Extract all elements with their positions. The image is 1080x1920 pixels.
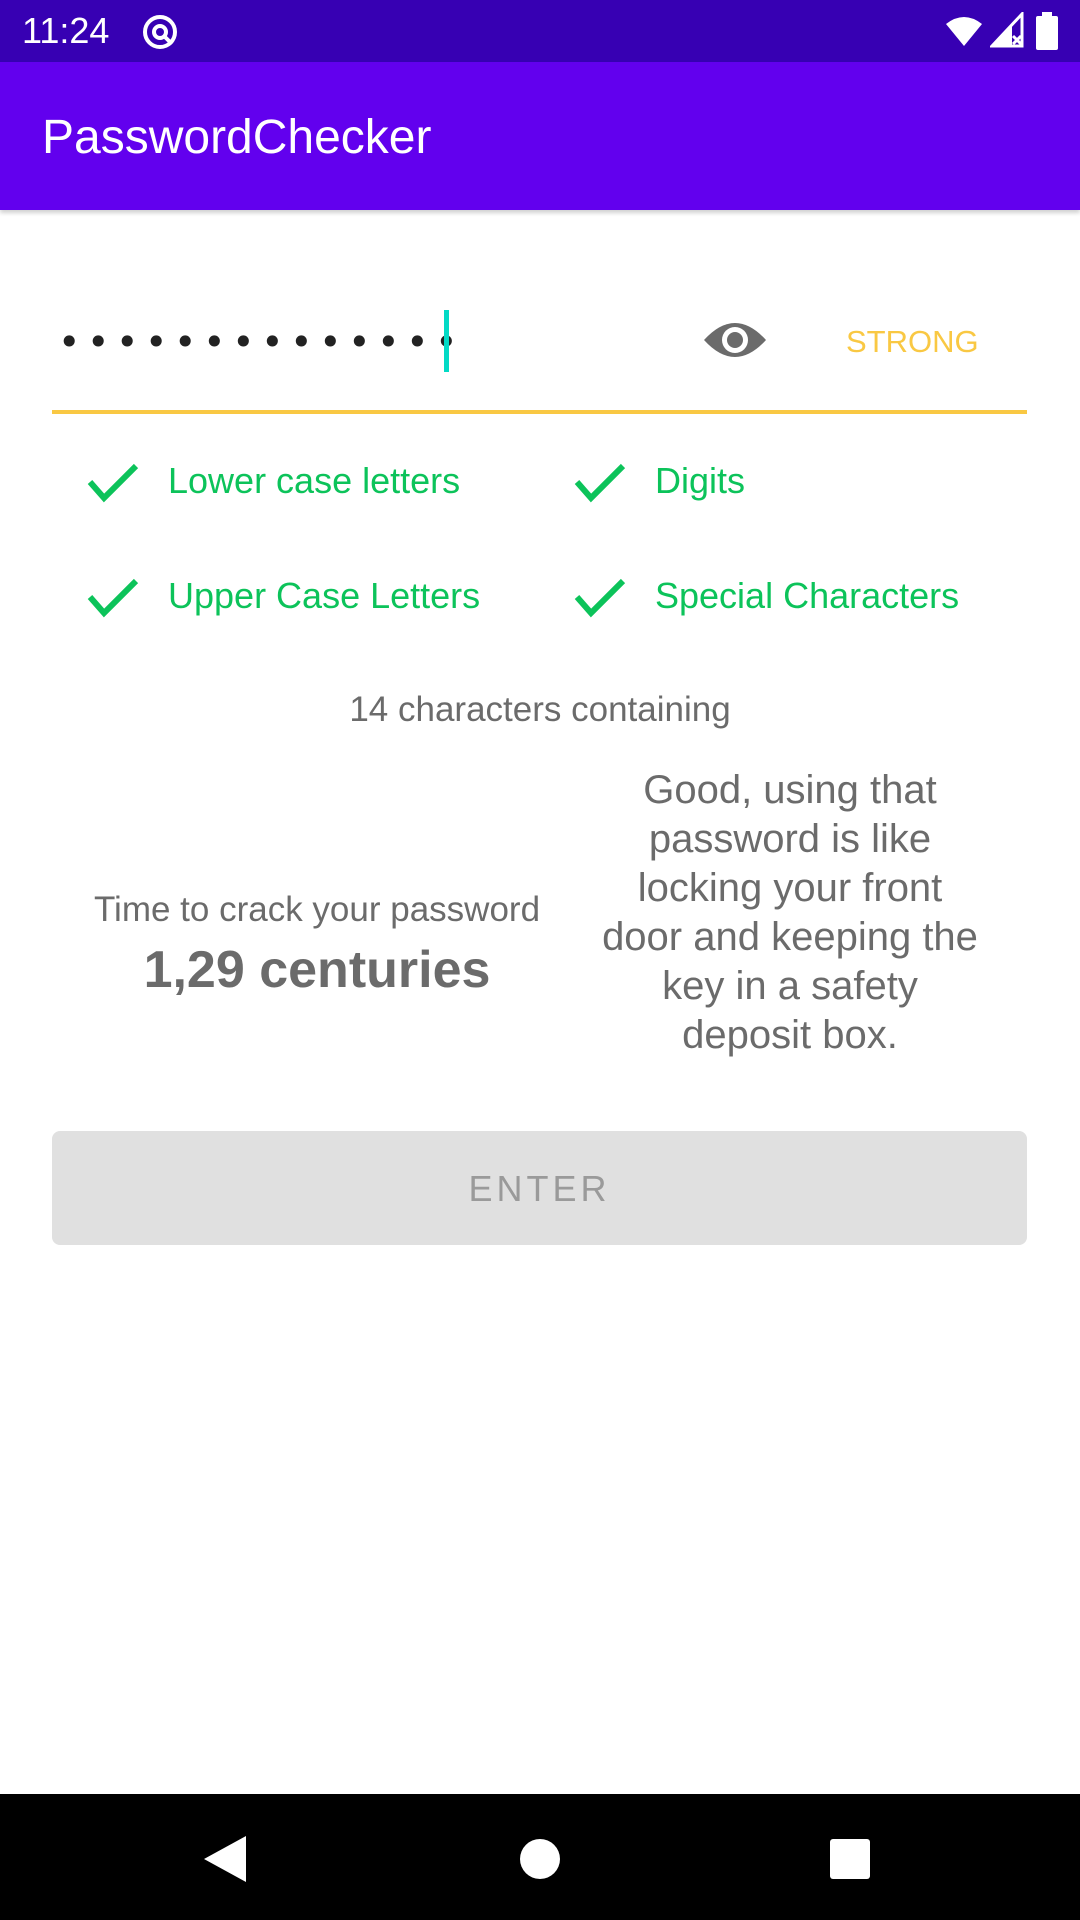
criterion-label: Lower case letters — [168, 460, 461, 501]
field-underline — [52, 410, 1027, 414]
eye-icon[interactable] — [702, 312, 768, 368]
criterion-label: Digits — [655, 460, 746, 501]
check-icon — [573, 460, 629, 504]
text-cursor — [444, 310, 449, 372]
criterion-label: Special Characters — [655, 575, 960, 616]
app-bar: PasswordChecker — [0, 62, 1080, 210]
advice-text: Good, using that password is like lockin… — [602, 768, 978, 1057]
recents-icon[interactable] — [815, 1824, 885, 1894]
characters-summary: 14 characters containing — [349, 690, 731, 729]
check-icon — [86, 460, 142, 504]
password-field[interactable]: •••••••••••••• STRONG — [52, 300, 1027, 414]
check-icon — [86, 575, 142, 619]
crack-time-value: 1,29 centuries — [143, 941, 491, 999]
wifi-icon — [944, 14, 984, 53]
check-icon — [573, 575, 629, 619]
password-input[interactable]: •••••••••••••• — [58, 310, 464, 374]
signal-icon — [988, 10, 1024, 53]
navigation-bar — [0, 1794, 1080, 1920]
back-icon[interactable] — [190, 1824, 260, 1894]
criterion-label: Upper Case Letters — [168, 575, 481, 616]
home-icon[interactable] — [505, 1824, 575, 1894]
enter-button[interactable]: ENTER — [52, 1131, 1027, 1245]
crack-time-block: Time to crack your password 1,29 centuri… — [52, 888, 582, 1002]
at-sign-icon — [140, 12, 180, 57]
strength-label: STRONG — [846, 324, 979, 359]
app-title: PasswordChecker — [42, 111, 432, 164]
status-time: 11:24 — [22, 10, 110, 51]
screen: 11:24 PasswordChecker •••••••••••••• STR… — [0, 0, 1080, 1920]
status-bar: 11:24 — [0, 0, 1080, 62]
crack-time-label: Time to crack your password — [93, 890, 541, 929]
battery-icon — [1036, 12, 1058, 55]
